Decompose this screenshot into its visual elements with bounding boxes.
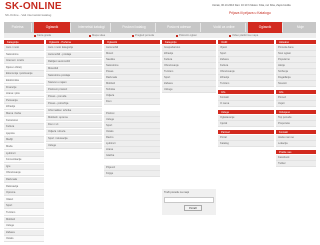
subnav-item[interactable]: Pregled ponuda xyxy=(132,33,154,38)
site-tagline: SK-Online - Vaš internetski katalog xyxy=(5,13,52,17)
section-header: Usluge xyxy=(218,110,274,114)
subnav-label: Mapa sitea xyxy=(92,34,106,37)
col4-header: Kategorije xyxy=(162,40,216,44)
bullet-icon xyxy=(132,34,134,37)
subnav-label: Pokretni oglasi xyxy=(179,34,197,37)
subnav-label: Video platforma mapa xyxy=(232,34,259,37)
row-divider xyxy=(4,241,44,243)
section-header: Partneri xyxy=(218,130,274,134)
nav-item-home[interactable]: Početna xyxy=(4,22,31,33)
subnav-item[interactable]: Video platforma mapa xyxy=(229,33,258,38)
col1-header: Kategorije xyxy=(4,40,44,44)
row-divider xyxy=(46,78,102,79)
row-divider xyxy=(46,141,102,142)
row-divider xyxy=(46,113,102,114)
section-header: Izdvojeno xyxy=(276,110,316,114)
row-divider xyxy=(46,127,102,128)
row-divider xyxy=(46,120,102,121)
row-divider xyxy=(276,86,316,87)
row-divider xyxy=(46,64,102,65)
map-search-input[interactable] xyxy=(164,197,214,203)
row-divider xyxy=(218,106,274,107)
nav-item-moje[interactable]: Moje xyxy=(285,22,316,33)
subnav-item[interactable]: Karta grada xyxy=(34,33,51,38)
nav-item-poslovni-katalog[interactable]: Poslovni katalog xyxy=(113,22,155,33)
row-divider xyxy=(276,126,316,127)
row-divider xyxy=(46,57,102,58)
col5-header: Vodič xyxy=(218,40,274,44)
register-link[interactable]: Prijava ili prijava u Katalogu xyxy=(229,11,271,15)
nav-item-katalogi[interactable]: Internetski katalogi xyxy=(73,22,110,33)
subnav-label: Pregled ponuda xyxy=(135,34,154,37)
row-divider xyxy=(46,106,102,107)
section-header: Kontakt xyxy=(276,130,316,134)
row-divider xyxy=(162,92,216,93)
nav-item-poslovni-adresar[interactable]: Poslovni adresar xyxy=(158,22,200,33)
section-header: Pratite nas xyxy=(276,150,316,154)
col6-header: Aktualno xyxy=(276,40,316,44)
bullet-icon xyxy=(229,34,231,37)
section-header: Info xyxy=(276,90,316,94)
map-search-label: Traži ponudu na mapi xyxy=(164,191,189,194)
subnav-item[interactable]: Mapa sitea xyxy=(89,33,105,38)
row-divider xyxy=(46,134,102,135)
col2-header: Oglasnik - Početna xyxy=(46,40,102,44)
nav-item-oglasnik-2[interactable]: Oglasnik xyxy=(248,22,282,33)
row-divider xyxy=(218,126,274,127)
nav-item-oglasnik[interactable]: Oglasnik xyxy=(34,22,70,33)
row-divider xyxy=(46,71,102,72)
bullet-icon xyxy=(34,34,36,37)
bullet-icon xyxy=(89,34,91,37)
bullet-icon xyxy=(176,34,178,37)
col3-header: Oglasnik xyxy=(104,40,160,44)
section-header: Info xyxy=(218,90,274,94)
row-divider xyxy=(46,85,102,86)
row-divider xyxy=(218,146,274,147)
row-divider xyxy=(104,104,160,105)
row-divider xyxy=(46,50,102,51)
row-divider xyxy=(276,146,316,147)
row-divider xyxy=(276,166,316,167)
row-divider xyxy=(46,148,102,149)
row-divider xyxy=(104,176,160,177)
row-divider xyxy=(46,92,102,93)
main-nav: Početna Oglasnik Internetski katalogi Po… xyxy=(4,22,316,33)
site-logo[interactable]: SK-ONLINE xyxy=(5,1,62,12)
row-divider xyxy=(276,106,316,107)
date-weather-text: Utorak, 06.10.2016 Dan: 16:10 h Meteo: K… xyxy=(212,4,291,7)
row-divider xyxy=(104,158,160,159)
sub-nav: Karta grada Mapa sitea Pregled ponuda Po… xyxy=(4,33,316,38)
nav-item-vodic[interactable]: Vodič za online xyxy=(203,22,245,33)
row-divider xyxy=(218,86,274,87)
row-divider xyxy=(46,99,102,100)
map-search-button[interactable]: Potraži xyxy=(184,205,202,211)
subnav-label: Karta grada xyxy=(37,34,52,37)
subnav-item[interactable]: Pokretni oglasi xyxy=(176,33,197,38)
